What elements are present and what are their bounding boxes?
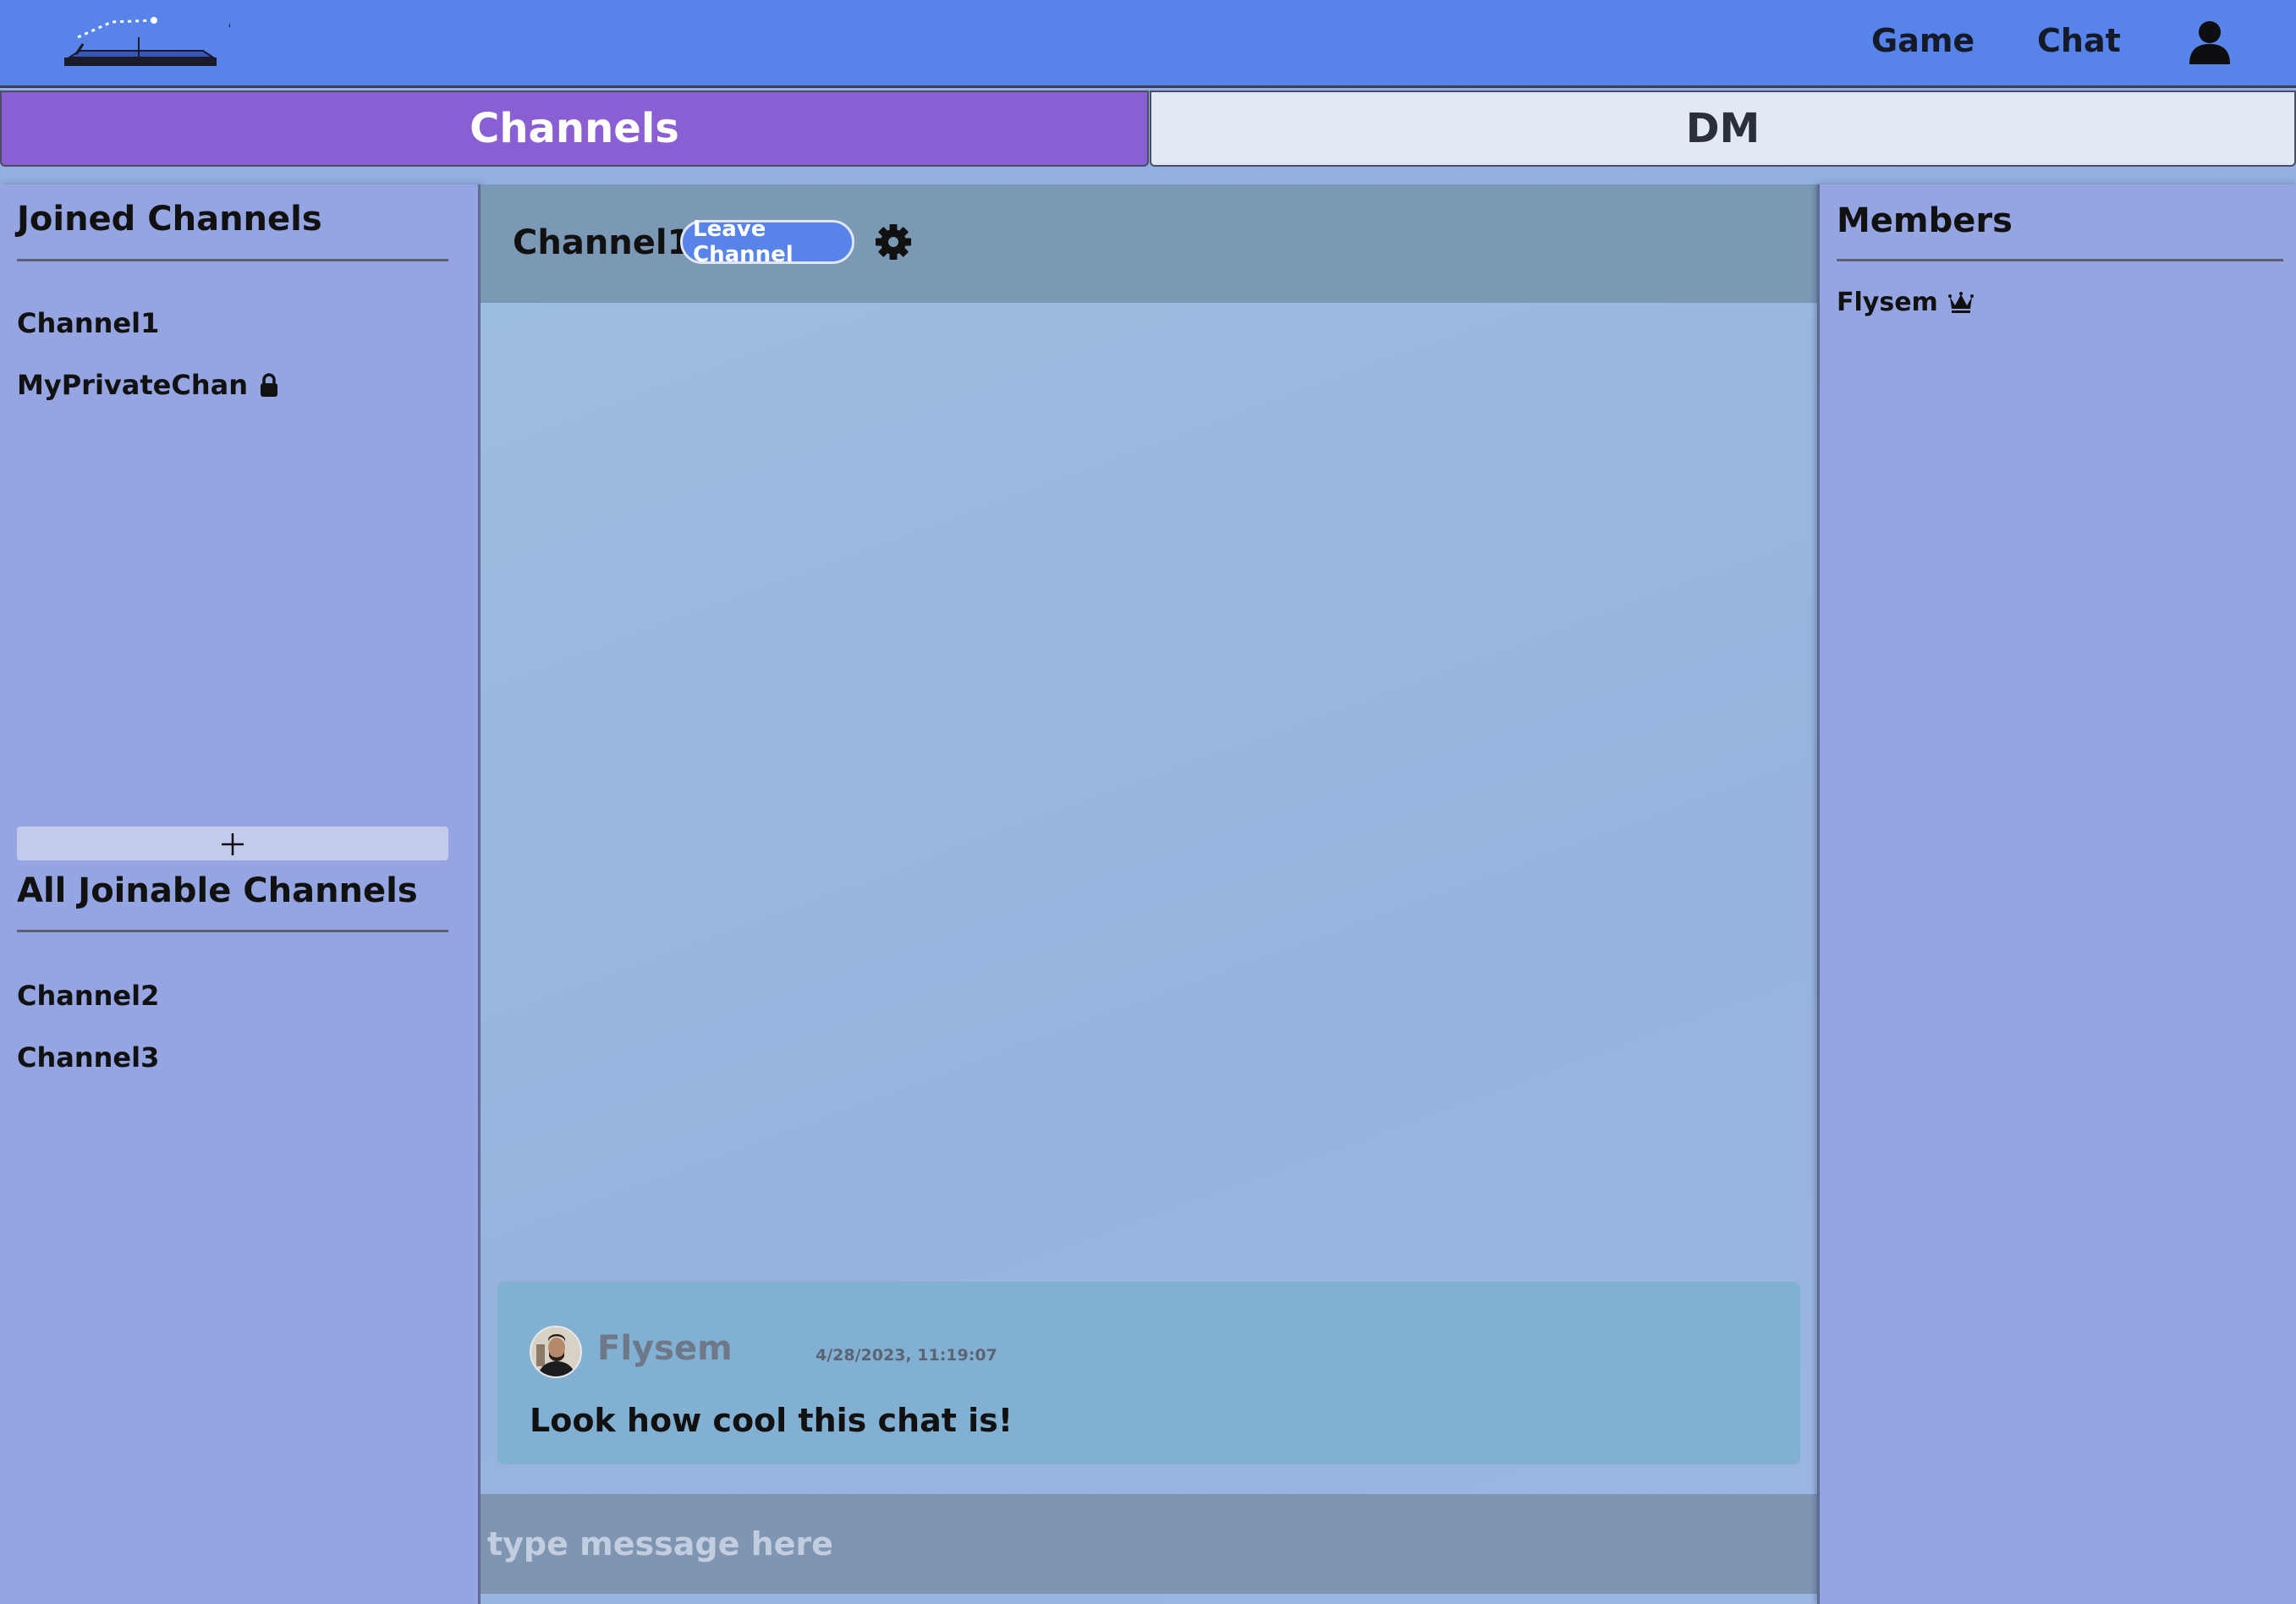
member-item[interactable]: Flysem (1837, 288, 1974, 317)
plus-icon (222, 833, 244, 855)
joined-channel-item[interactable]: MyPrivateChan (17, 369, 278, 401)
user-icon[interactable] (2186, 19, 2233, 66)
nav-chat-link[interactable]: Chat (2037, 22, 2121, 59)
members-sidebar: Members Flysem (1817, 184, 2296, 1604)
divider (17, 259, 448, 261)
joinable-channels-title: All Joinable Channels (17, 871, 418, 910)
avatar[interactable] (530, 1326, 582, 1378)
channel-name: Channel1 (17, 307, 160, 339)
joinable-channel-item[interactable]: Channel3 (17, 1041, 159, 1074)
user-avatar-image (531, 1327, 580, 1376)
lock-icon (261, 373, 277, 397)
message-input-bar (481, 1494, 1817, 1594)
nav-game-link[interactable]: Game (1871, 22, 1975, 59)
message-text: Look how cool this chat is! (530, 1402, 1013, 1439)
message-author[interactable]: Flysem (597, 1329, 733, 1368)
chat-header: Channel1 Leave Channel (481, 184, 1817, 303)
chat-message: Flysem 4/28/2023, 11:19:07 Look how cool… (497, 1282, 1800, 1464)
member-name: Flysem (1837, 288, 1938, 317)
channel-name: Channel3 (17, 1041, 160, 1074)
members-title: Members (1837, 201, 2013, 240)
tab-dm-label: DM (1685, 105, 1760, 152)
joined-channel-item[interactable]: Channel1 (17, 307, 159, 339)
channel-name: Channel2 (17, 980, 160, 1012)
add-channel-button[interactable] (17, 827, 448, 860)
tab-channels[interactable]: Channels (0, 91, 1149, 167)
gear-icon[interactable] (875, 223, 912, 261)
channel-name: MyPrivateChan (17, 369, 248, 401)
divider (1837, 259, 2283, 261)
current-channel-name: Channel1 (513, 223, 691, 262)
channels-sidebar: Joined Channels Channel1 MyPrivateChan A… (0, 184, 481, 1604)
pong-table-logo[interactable] (61, 12, 230, 73)
crown-icon (1947, 291, 1974, 313)
message-timestamp: 4/28/2023, 11:19:07 (816, 1346, 997, 1365)
tab-channels-label: Channels (470, 105, 679, 152)
tab-dm[interactable]: DM (1150, 91, 2296, 167)
divider (17, 930, 448, 932)
leave-channel-button[interactable]: Leave Channel (680, 217, 854, 267)
joinable-channel-item[interactable]: Channel2 (17, 980, 159, 1012)
joined-channels-title: Joined Channels (17, 200, 322, 239)
top-navbar: Game Chat (0, 0, 2296, 88)
message-input[interactable] (481, 1494, 1817, 1594)
chat-area: Channel1 Leave Channel Flysem 4/28/2023,… (481, 184, 1817, 1604)
